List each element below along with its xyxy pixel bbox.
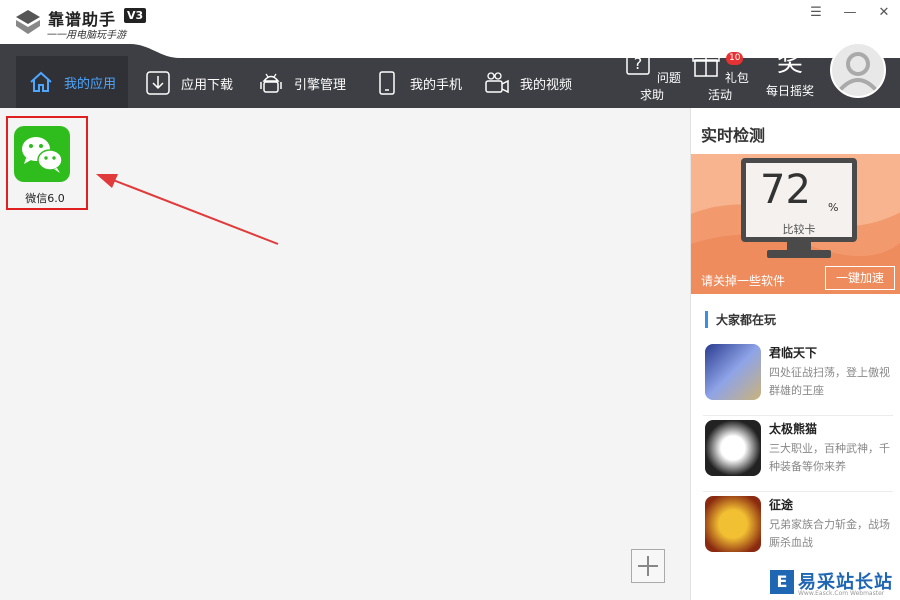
avatar[interactable] bbox=[830, 42, 886, 98]
video-camera-icon bbox=[485, 72, 509, 94]
main-app-area: 微信6.0 bbox=[0, 108, 690, 600]
tab-label: 引擎管理 bbox=[294, 77, 347, 93]
game-icon-panda bbox=[705, 420, 761, 476]
tab-my-phone[interactable]: 我的手机 bbox=[374, 58, 462, 108]
accelerate-button[interactable]: 一键加速 bbox=[825, 266, 895, 290]
app-subtitle: 一一用电脑玩手游 bbox=[46, 30, 126, 41]
gift-button[interactable]: 10 礼包活动 bbox=[690, 48, 750, 106]
realtime-check-title: 实时检测 bbox=[701, 126, 766, 145]
game-item[interactable]: 征途 兄弟家族合力斩金，战场厮杀血战 bbox=[703, 496, 893, 568]
plus-icon bbox=[638, 556, 658, 576]
app-logo-icon bbox=[16, 10, 40, 34]
title-bar: 靠谱助手 V3 一一用电脑玩手游 ☰ — ✕ bbox=[0, 0, 900, 44]
close-software-hint: 请关掉一些软件 bbox=[701, 274, 786, 288]
help-icon: ? bbox=[626, 49, 650, 75]
app-logo-area: 靠谱助手 V3 一一用电脑玩手游 bbox=[0, 0, 170, 44]
game-name: 君临天下 bbox=[769, 346, 818, 360]
tab-my-apps[interactable]: 我的应用 bbox=[16, 56, 129, 108]
user-avatar-icon bbox=[838, 52, 878, 92]
game-desc: 四处征战扫荡，登上傲视群雄的王座 bbox=[769, 366, 890, 397]
game-item[interactable]: 太极熊猫 三大职业，百种武神，千种装备等你来养 bbox=[703, 420, 893, 492]
top-navigation: 我的应用 应用下载 引擎管理 我的手机 我的视频 ? 问题求助 10 礼包活动 … bbox=[0, 44, 900, 108]
game-icon-zhengtu bbox=[705, 496, 761, 552]
lottery-label: 每日摇奖 bbox=[765, 84, 814, 98]
lottery-button[interactable]: 奖 每日摇奖 bbox=[760, 48, 820, 106]
tab-label: 我的应用 bbox=[64, 76, 117, 92]
lag-percentage: 72 bbox=[760, 167, 811, 213]
monitor-screen: 72 % 比较卡 bbox=[741, 158, 857, 242]
red-pointer-arrow bbox=[96, 174, 279, 245]
lottery-icon: 奖 bbox=[776, 48, 803, 78]
popular-games-title: 大家都在玩 bbox=[705, 311, 776, 328]
close-icon[interactable]: ✕ bbox=[874, 4, 894, 22]
menu-icon[interactable]: ☰ bbox=[806, 4, 826, 22]
home-icon bbox=[30, 71, 52, 92]
add-app-button[interactable] bbox=[631, 549, 665, 583]
svg-text:?: ? bbox=[634, 54, 643, 73]
tab-label: 我的视频 bbox=[520, 77, 573, 93]
site-watermark: E 易采站长站 Www.Easck.Com Webmaster bbox=[770, 566, 900, 600]
game-desc: 兄弟家族合力斩金，战场厮杀血战 bbox=[769, 518, 890, 549]
game-desc: 三大职业，百种武神，千种装备等你来养 bbox=[769, 442, 890, 473]
download-icon bbox=[146, 71, 170, 95]
tab-app-download[interactable]: 应用下载 bbox=[145, 58, 233, 108]
percent-sign: % bbox=[828, 201, 839, 214]
right-panel: 实时检测 72 % 比较卡 请关掉一些软件 一键加速 大家都在玩 君临天下 四处… bbox=[690, 108, 900, 600]
game-item[interactable]: 君临天下 四处征战扫荡，登上傲视群雄的王座 bbox=[703, 344, 893, 416]
gift-icon bbox=[692, 51, 720, 77]
tab-label: 我的手机 bbox=[410, 77, 463, 93]
watermark-subtext: Www.Easck.Com Webmaster bbox=[798, 590, 885, 597]
game-icon-junlin bbox=[705, 344, 761, 400]
tab-engine-management[interactable]: 引擎管理 bbox=[258, 58, 346, 108]
android-icon bbox=[260, 73, 282, 93]
tab-my-videos[interactable]: 我的视频 bbox=[484, 58, 572, 108]
minimize-icon[interactable]: — bbox=[840, 4, 860, 22]
lag-status: 比较卡 bbox=[782, 223, 816, 236]
game-name: 太极熊猫 bbox=[769, 422, 818, 436]
performance-monitor: 72 % 比较卡 请关掉一些软件 一键加速 bbox=[691, 154, 900, 294]
tab-label: 应用下载 bbox=[181, 77, 234, 93]
game-name: 征途 bbox=[769, 498, 794, 512]
gift-badge: 10 bbox=[726, 52, 744, 65]
phone-icon bbox=[379, 71, 395, 95]
app-version-badge: V3 bbox=[124, 8, 147, 23]
watermark-logo-icon: E bbox=[770, 570, 794, 594]
help-button[interactable]: ? 问题求助 bbox=[622, 48, 682, 106]
monitor-base bbox=[767, 250, 831, 258]
